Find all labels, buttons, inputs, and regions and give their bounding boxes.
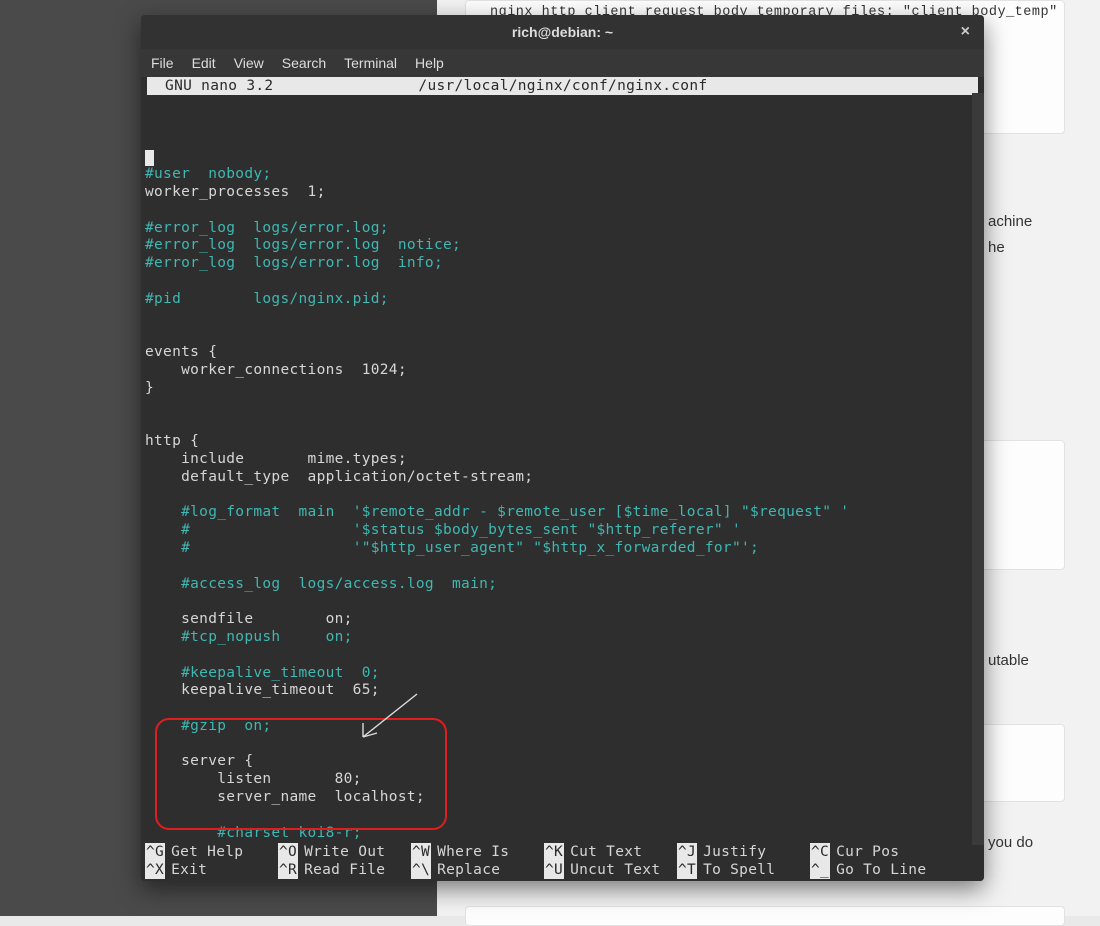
shortcut-key: ^_ [810,861,830,879]
editor-line [145,309,980,327]
nano-shortcut[interactable]: ^G Get Help [145,843,278,861]
nano-shortcut[interactable]: ^K Cut Text [544,843,677,861]
shortcut-label: Read File [304,861,385,879]
cursor [145,150,154,166]
editor-line: # '"$http_user_agent" "$http_x_forwarded… [145,540,980,558]
editor-line: #keepalive_timeout 0; [145,665,980,683]
editor-area[interactable]: #user nobody;worker_processes 1; #error_l… [141,95,984,843]
menu-edit[interactable]: Edit [192,55,216,71]
editor-line: worker_processes 1; [145,184,980,202]
scrollbar[interactable] [972,93,984,845]
nano-shortcut[interactable]: ^T To Spell [677,861,810,879]
close-icon[interactable]: × [961,23,970,41]
editor-line: events { [145,344,980,362]
shortcut-label: Get Help [171,843,243,861]
editor-line: http { [145,433,980,451]
shortcut-label: Where Is [437,843,509,861]
shortcut-label: Cut Text [570,843,642,861]
nano-shortcut[interactable]: ^R Read File [278,861,411,879]
menu-search[interactable]: Search [282,55,326,71]
editor-line: #tcp_nopush on; [145,629,980,647]
nano-shortcut[interactable]: ^X Exit [145,861,278,879]
nano-filename: /usr/local/nginx/conf/nginx.conf [418,78,707,94]
shortcut-key: ^X [145,861,165,879]
editor-line [145,736,980,754]
nano-version: GNU nano 3.2 [147,78,273,94]
shortcut-label: Write Out [304,843,385,861]
editor-line: server_name localhost; [145,789,980,807]
editor-line: worker_connections 1024; [145,362,980,380]
editor-line: listen 80; [145,771,980,789]
editor-line: sendfile on; [145,611,980,629]
editor-line: #charset koi8-r; [145,825,980,843]
editor-line [145,202,980,220]
menubar: File Edit View Search Terminal Help [141,49,984,77]
shortcut-key: ^O [278,843,298,861]
menu-view[interactable]: View [234,55,264,71]
nano-shortcut[interactable]: ^O Write Out [278,843,411,861]
bg-text-fragment: achine he [988,209,1032,261]
shortcut-key: ^\ [411,861,431,879]
shortcut-label: Uncut Text [570,861,660,879]
shortcut-label: Exit [171,861,207,879]
editor-line [145,593,980,611]
terminal-window: rich@debian: ~ × File Edit View Search T… [141,15,984,881]
editor-line: #error_log logs/error.log notice; [145,237,980,255]
window-titlebar[interactable]: rich@debian: ~ × [141,15,984,49]
editor-line [145,647,980,665]
shortcut-label: Justify [703,843,766,861]
bg-code-box-3 [465,906,1065,926]
menu-file[interactable]: File [151,55,174,71]
nano-footer: ^G Get Help ^O Write Out ^W Where Is ^K Cut Tex… [141,843,984,881]
shortcut-key: ^G [145,843,165,861]
editor-line: include mime.types; [145,451,980,469]
editor-line [145,700,980,718]
editor-line: #log_format main '$remote_addr - $remote… [145,504,980,522]
editor-line: #gzip on; [145,718,980,736]
shortcut-key: ^C [810,843,830,861]
nano-shortcut[interactable]: ^C Cur Pos [810,843,943,861]
shortcut-label: Replace [437,861,500,879]
nano-shortcut[interactable]: ^U Uncut Text [544,861,677,879]
editor-line: default_type application/octet-stream; [145,469,980,487]
editor-line [145,842,980,843]
editor-line: keepalive_timeout 65; [145,682,980,700]
nano-header: GNU nano 3.2/usr/local/nginx/conf/nginx.… [147,77,978,95]
shortcut-label: Go To Line [836,861,926,879]
editor-line: #error_log logs/error.log; [145,220,980,238]
shortcut-key: ^T [677,861,697,879]
editor-line: #error_log logs/error.log info; [145,255,980,273]
nano-shortcut[interactable]: ^J Justify [677,843,810,861]
shortcut-key: ^U [544,861,564,879]
editor-line: # '$status $body_bytes_sent "$http_refer… [145,522,980,540]
nano-shortcut[interactable]: ^W Where Is [411,843,544,861]
shortcut-key: ^R [278,861,298,879]
editor-line [145,807,980,825]
editor-line: server { [145,753,980,771]
editor-line: } [145,380,980,398]
bg-text-fragment-3: you do [988,830,1033,856]
shortcut-key: ^W [411,843,431,861]
nano-shortcut[interactable]: ^\ Replace [411,861,544,879]
menu-terminal[interactable]: Terminal [344,55,397,71]
nano-shortcut[interactable]: ^_ Go To Line [810,861,943,879]
editor-line [145,326,980,344]
editor-line [145,558,980,576]
editor-line: #access_log logs/access.log main; [145,576,980,594]
menu-help[interactable]: Help [415,55,444,71]
editor-line [145,398,980,416]
editor-line: #pid logs/nginx.pid; [145,291,980,309]
editor-line: #user nobody; [145,166,980,184]
shortcut-key: ^K [544,843,564,861]
editor-line [145,487,980,505]
editor-line [145,415,980,433]
bg-text-fragment-2: utable [988,648,1029,674]
editor-line [145,273,980,291]
window-title: rich@debian: ~ [512,24,613,40]
shortcut-label: Cur Pos [836,843,899,861]
shortcut-label: To Spell [703,861,775,879]
editor-line [145,148,980,166]
shortcut-key: ^J [677,843,697,861]
